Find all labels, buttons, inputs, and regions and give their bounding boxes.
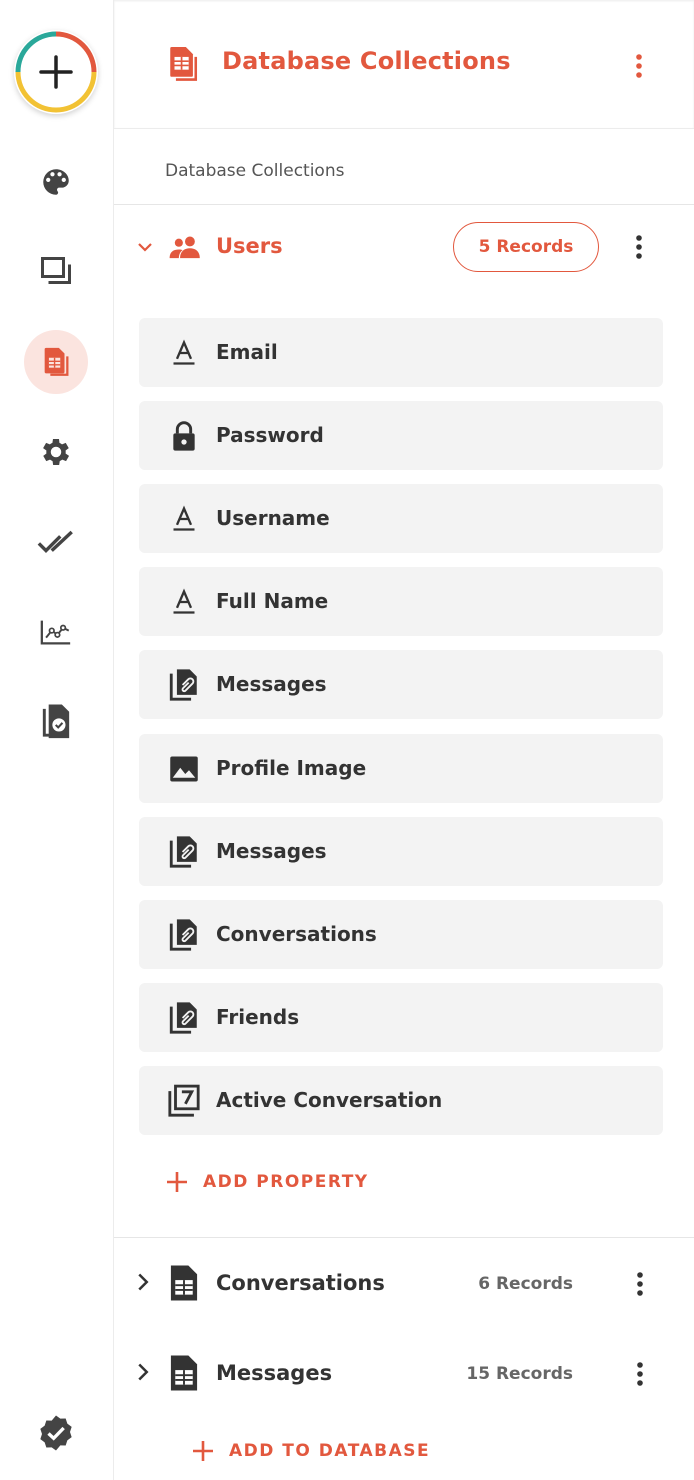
property-row[interactable]: Conversations bbox=[139, 900, 663, 969]
add-property-label: ADD PROPERTY bbox=[203, 1172, 369, 1192]
chevron-down-icon[interactable] bbox=[137, 240, 153, 254]
header-more-button[interactable] bbox=[627, 48, 651, 84]
property-label: Active Conversation bbox=[216, 1088, 443, 1112]
relation-icon bbox=[167, 835, 201, 869]
double-check-icon bbox=[37, 530, 73, 553]
relation-icon bbox=[167, 1001, 201, 1035]
collection-more-button[interactable] bbox=[628, 1356, 652, 1392]
rail-item-settings[interactable] bbox=[24, 420, 88, 484]
kebab-menu-icon bbox=[636, 54, 642, 78]
property-row[interactable]: Messages bbox=[139, 650, 663, 719]
left-rail bbox=[0, 0, 114, 1480]
rail-item-analytics[interactable] bbox=[24, 600, 88, 664]
add-property-button[interactable]: ADD PROPERTY bbox=[165, 1167, 369, 1197]
property-row[interactable]: Full Name bbox=[139, 567, 663, 636]
database-icon bbox=[44, 347, 69, 376]
property-row[interactable]: Active Conversation bbox=[139, 1066, 663, 1135]
add-to-database-button[interactable]: ADD TO DATABASE bbox=[191, 1436, 430, 1466]
text-type-icon bbox=[167, 336, 201, 370]
chevron-right-icon[interactable] bbox=[136, 1362, 150, 1382]
property-label: Messages bbox=[216, 839, 327, 863]
analytics-icon bbox=[40, 620, 71, 645]
rail-item-theme[interactable] bbox=[24, 150, 88, 214]
kebab-menu-icon bbox=[637, 1272, 643, 1296]
collection-name: Conversations bbox=[216, 1271, 385, 1295]
breadcrumb: Database Collections bbox=[114, 128, 694, 205]
property-row[interactable]: Profile Image bbox=[139, 734, 663, 803]
image-icon bbox=[167, 752, 201, 786]
collection-name: Messages bbox=[216, 1361, 333, 1385]
collection-row[interactable]: Messages 15 Records bbox=[114, 1344, 694, 1404]
rail-item-tasks[interactable] bbox=[24, 510, 88, 574]
plus-icon bbox=[167, 1172, 187, 1192]
rail-item-status[interactable] bbox=[24, 1401, 88, 1465]
plus-icon bbox=[15, 31, 97, 113]
main-panel: Database Collections Database Collection… bbox=[114, 0, 694, 1480]
table-icon bbox=[170, 1355, 198, 1391]
collection-records: 15 Records bbox=[466, 1364, 573, 1384]
users-more-button[interactable] bbox=[627, 229, 651, 265]
relation-icon bbox=[167, 668, 201, 702]
add-fab-button[interactable] bbox=[14, 30, 98, 114]
property-row[interactable]: Friends bbox=[139, 983, 663, 1052]
screens-icon bbox=[41, 257, 71, 284]
rail-item-publish[interactable] bbox=[24, 690, 88, 754]
users-icon bbox=[169, 236, 200, 259]
page-title: Database Collections bbox=[222, 47, 511, 75]
property-label: Profile Image bbox=[216, 756, 367, 780]
collection-users-name: Users bbox=[216, 234, 283, 258]
add-to-database-label: ADD TO DATABASE bbox=[229, 1441, 431, 1461]
rail-item-screens[interactable] bbox=[24, 240, 88, 304]
rail-item-database[interactable] bbox=[24, 330, 88, 394]
top-bar: Database Collections bbox=[114, 0, 694, 129]
collection-more-button[interactable] bbox=[628, 1266, 652, 1302]
verified-badge-icon bbox=[40, 1415, 72, 1451]
property-label: Conversations bbox=[216, 922, 377, 946]
collection-row[interactable]: Conversations 6 Records bbox=[114, 1254, 694, 1314]
relation-icon bbox=[167, 918, 201, 952]
property-row[interactable]: Password bbox=[139, 401, 663, 470]
property-label: Username bbox=[216, 506, 330, 530]
property-row[interactable]: Username bbox=[139, 484, 663, 553]
database-icon bbox=[170, 47, 198, 81]
number-icon bbox=[167, 1084, 201, 1118]
plus-icon bbox=[193, 1441, 213, 1461]
property-label: Full Name bbox=[216, 589, 329, 613]
chevron-right-icon[interactable] bbox=[136, 1272, 150, 1292]
collection-records: 6 Records bbox=[478, 1274, 573, 1294]
records-count-button[interactable]: 5 Records bbox=[453, 222, 599, 272]
text-type-icon bbox=[167, 502, 201, 536]
divider bbox=[114, 1237, 694, 1238]
gear-icon bbox=[43, 438, 70, 466]
kebab-menu-icon bbox=[636, 235, 642, 259]
lock-icon bbox=[167, 419, 201, 453]
property-row[interactable]: Messages bbox=[139, 817, 663, 886]
copy-check-icon bbox=[42, 704, 70, 739]
text-type-icon bbox=[167, 585, 201, 619]
property-label: Password bbox=[216, 423, 324, 447]
property-row[interactable]: Email bbox=[139, 318, 663, 387]
property-label: Email bbox=[216, 340, 278, 364]
kebab-menu-icon bbox=[637, 1362, 643, 1386]
palette-icon bbox=[43, 169, 69, 195]
property-label: Messages bbox=[216, 672, 327, 696]
breadcrumb-label: Database Collections bbox=[165, 161, 345, 181]
property-label: Friends bbox=[216, 1005, 300, 1029]
table-icon bbox=[170, 1265, 198, 1301]
